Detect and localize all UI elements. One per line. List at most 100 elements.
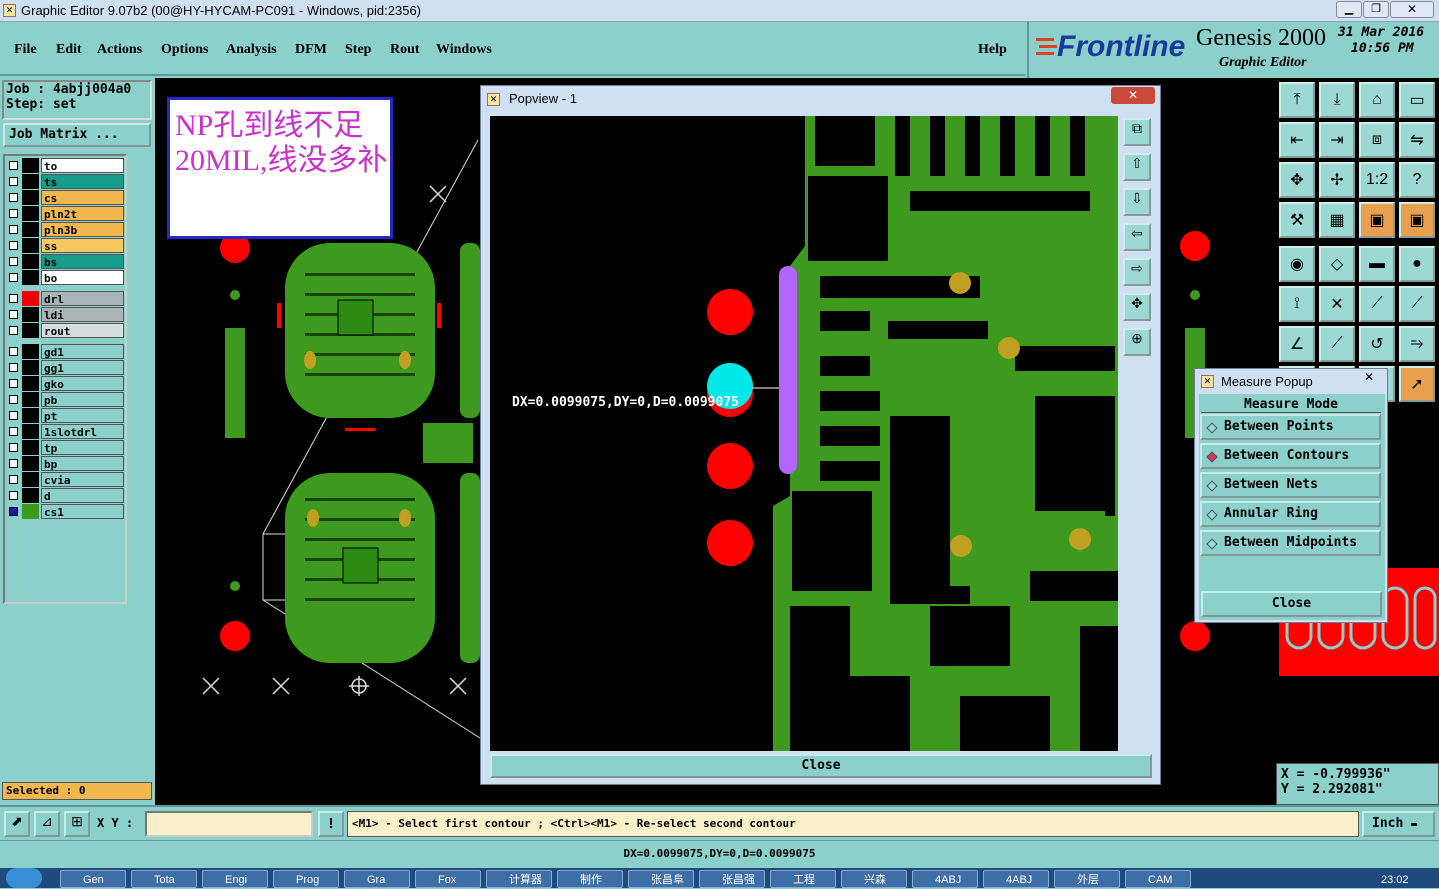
layer-row[interactable]: rout <box>7 323 124 338</box>
units-select[interactable]: Inch ▬ <box>1362 811 1435 837</box>
layer-checkbox[interactable] <box>9 475 18 484</box>
measure-mode-option[interactable]: Annular Ring <box>1200 501 1381 527</box>
zoom-home-icon[interactable]: ⧉ <box>1123 118 1151 146</box>
layer-row[interactable]: cs1 <box>7 504 124 519</box>
net-icon[interactable]: ⟟ <box>1279 286 1315 322</box>
close-window-button[interactable]: ✕ <box>1390 1 1434 18</box>
layer-row[interactable]: gko <box>7 376 124 391</box>
measure-mode-option[interactable]: Between Nets <box>1200 472 1381 498</box>
taskbar-item[interactable]: 兴森 <box>841 870 907 888</box>
measure-close-button[interactable]: Close <box>1201 591 1382 617</box>
popview-canvas[interactable]: DX=0.0099075,DY=0,D=0.0099075 <box>490 116 1118 751</box>
ruler-icon[interactable]: ▬ <box>1359 246 1395 282</box>
layer-row[interactable]: cs <box>7 190 124 205</box>
grid-view-icon[interactable]: ▦ <box>1319 202 1355 238</box>
start-button[interactable] <box>6 868 42 888</box>
connect-icon[interactable]: ⟋ <box>1359 286 1395 322</box>
taskbar-item[interactable]: 张昌阜 <box>628 870 694 888</box>
menu-options[interactable]: Options <box>161 42 208 58</box>
taskbar-item[interactable]: Tota <box>131 870 197 888</box>
layer-checkbox[interactable] <box>9 326 18 335</box>
fit-icon[interactable]: ✥ <box>1279 162 1315 198</box>
taskbar-item[interactable]: 4ABJ <box>983 870 1049 888</box>
layer-row[interactable]: bs <box>7 254 124 269</box>
alert-icon[interactable]: ! <box>318 811 344 837</box>
layer-checkbox[interactable] <box>9 507 18 516</box>
taskbar-item[interactable]: Fox <box>415 870 481 888</box>
measure-popup-close-icon[interactable]: ✕ <box>1355 370 1383 385</box>
layer-checkbox[interactable] <box>9 294 18 303</box>
layer-checkbox[interactable] <box>9 193 18 202</box>
taskbar-item[interactable]: Gen <box>60 870 126 888</box>
measure-mode-option[interactable]: Between Contours <box>1200 443 1381 469</box>
pan-down-icon[interactable]: ⇩ <box>1123 188 1151 216</box>
layer-checkbox[interactable] <box>9 411 18 420</box>
link-icon[interactable]: ⟋ <box>1399 286 1435 322</box>
taskbar-item[interactable]: Engi <box>202 870 268 888</box>
zoom-fit-icon[interactable]: ✥ <box>1123 293 1151 321</box>
layer-checkbox[interactable] <box>9 177 18 186</box>
dot-icon[interactable]: ● <box>1399 246 1435 282</box>
layer-checkbox[interactable] <box>9 161 18 170</box>
taskbar-item[interactable]: 计算器 <box>486 870 552 888</box>
layer-checkbox[interactable] <box>9 491 18 500</box>
menu-step[interactable]: Step <box>345 42 371 58</box>
popview-close-button[interactable]: Close <box>490 754 1152 778</box>
pan-left-icon[interactable]: ⇦ <box>1123 223 1151 251</box>
layer-row[interactable]: pb <box>7 392 124 407</box>
layer-row[interactable]: ss <box>7 238 124 253</box>
taskbar-item[interactable]: 张昌强 <box>699 870 765 888</box>
layer-row[interactable]: pt <box>7 408 124 423</box>
xy-input[interactable] <box>145 811 313 837</box>
snap-icon[interactable]: ⬈ <box>4 811 30 837</box>
menu-analysis[interactable]: Analysis <box>226 42 277 58</box>
swap-icon[interactable]: ⇋ <box>1399 122 1435 158</box>
layer-row[interactable]: ts <box>7 174 124 189</box>
move-icon[interactable]: ✢ <box>1319 162 1355 198</box>
taskbar-item[interactable]: Gra <box>344 870 410 888</box>
undo-icon[interactable]: ⇤ <box>1279 122 1315 158</box>
layer-checkbox[interactable] <box>9 225 18 234</box>
cross-icon[interactable]: ✕ <box>1319 286 1355 322</box>
menu-help[interactable]: Help <box>978 42 1007 58</box>
menu-file[interactable]: File <box>14 42 37 58</box>
measure-mode-option[interactable]: Between Points <box>1200 414 1381 440</box>
layer-row[interactable]: to <box>7 158 124 173</box>
taskbar-item[interactable]: 工程 <box>770 870 836 888</box>
layer-row[interactable]: bo <box>7 270 124 285</box>
layer-checkbox[interactable] <box>9 257 18 266</box>
layer-checkbox[interactable] <box>9 209 18 218</box>
menu-actions[interactable]: Actions <box>97 42 142 58</box>
scale-icon[interactable]: 1:2 <box>1359 162 1395 198</box>
layer-row[interactable]: cvia <box>7 472 124 487</box>
popview-close-icon[interactable]: ✕ <box>1111 87 1155 104</box>
step-icon[interactable]: ⧈ <box>1359 122 1395 158</box>
pan-up-icon[interactable]: ⇧ <box>1123 153 1151 181</box>
window-icon[interactable]: ▭ <box>1399 82 1435 118</box>
taskbar-item[interactable]: 外层 <box>1054 870 1120 888</box>
cursor-icon[interactable]: ➚ <box>1399 366 1435 402</box>
menu-edit[interactable]: Edit <box>56 42 82 58</box>
layer-checkbox[interactable] <box>9 241 18 250</box>
layer-row[interactable]: d <box>7 488 124 503</box>
open-icon[interactable]: ⤒ <box>1279 82 1315 118</box>
taskbar-item[interactable]: Prog <box>273 870 339 888</box>
layer-row[interactable]: ldi <box>7 307 124 322</box>
layer-checkbox[interactable] <box>9 273 18 282</box>
layer-checkbox[interactable] <box>9 395 18 404</box>
layer-checkbox[interactable] <box>9 363 18 372</box>
pan-right-icon[interactable]: ⇨ <box>1123 258 1151 286</box>
route-icon[interactable]: ⥱ <box>1399 326 1435 362</box>
angle-icon[interactable]: ∠ <box>1279 326 1315 362</box>
taskbar-item[interactable]: 制作 <box>557 870 623 888</box>
layer-row[interactable]: drl <box>7 291 124 306</box>
layer-checkbox[interactable] <box>9 379 18 388</box>
maximize-button[interactable]: ❐ <box>1363 1 1389 18</box>
layer-row[interactable]: gd1 <box>7 344 124 359</box>
layer-checkbox[interactable] <box>9 427 18 436</box>
layer-row[interactable]: 1slotdrl <box>7 424 124 439</box>
home-icon[interactable]: ⌂ <box>1359 82 1395 118</box>
measure-icon[interactable]: ⊿ <box>34 811 60 837</box>
layer-checkbox[interactable] <box>9 347 18 356</box>
layer-checkbox[interactable] <box>9 459 18 468</box>
